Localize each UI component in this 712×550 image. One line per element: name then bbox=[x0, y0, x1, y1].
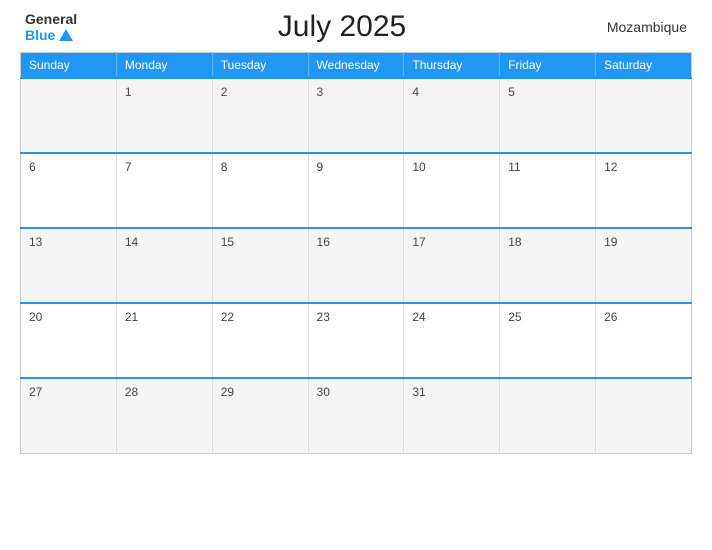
logo-general-text: General bbox=[25, 11, 77, 27]
day-number: 8 bbox=[221, 160, 228, 174]
calendar-day-cell: 6 bbox=[21, 153, 117, 228]
calendar-day-cell: 26 bbox=[596, 303, 692, 378]
calendar-week-row: 13 14 15 16 17 18 19 bbox=[21, 228, 692, 303]
day-number: 12 bbox=[604, 160, 617, 174]
day-number: 14 bbox=[125, 235, 138, 249]
calendar-week-row: 27 28 29 30 31 bbox=[21, 378, 692, 453]
day-number: 4 bbox=[412, 85, 419, 99]
day-of-week-header: Thursday bbox=[404, 53, 500, 79]
calendar-day-cell: 18 bbox=[500, 228, 596, 303]
day-number: 10 bbox=[412, 160, 425, 174]
calendar-day-cell: 17 bbox=[404, 228, 500, 303]
calendar-day-cell: 30 bbox=[308, 378, 404, 453]
calendar-header: General Blue July 2025 Mozambique bbox=[20, 10, 692, 44]
day-number: 5 bbox=[508, 85, 515, 99]
day-of-week-header: Sunday bbox=[21, 53, 117, 79]
day-number: 28 bbox=[125, 385, 138, 399]
day-number: 29 bbox=[221, 385, 234, 399]
day-number: 24 bbox=[412, 310, 425, 324]
day-number: 11 bbox=[508, 160, 520, 174]
calendar-day-cell: 16 bbox=[308, 228, 404, 303]
day-number: 23 bbox=[317, 310, 330, 324]
calendar-day-cell: 29 bbox=[212, 378, 308, 453]
calendar-header-row: SundayMondayTuesdayWednesdayThursdayFrid… bbox=[21, 53, 692, 79]
day-number: 30 bbox=[317, 385, 330, 399]
day-number: 20 bbox=[29, 310, 42, 324]
calendar-day-cell: 14 bbox=[116, 228, 212, 303]
day-number: 19 bbox=[604, 235, 617, 249]
day-number: 6 bbox=[29, 160, 36, 174]
calendar-day-cell: 3 bbox=[308, 78, 404, 153]
calendar-day-cell: 5 bbox=[500, 78, 596, 153]
calendar-day-cell: 15 bbox=[212, 228, 308, 303]
calendar-week-row: 1 2 3 4 5 bbox=[21, 78, 692, 153]
calendar-day-cell: 25 bbox=[500, 303, 596, 378]
day-of-week-header: Saturday bbox=[596, 53, 692, 79]
calendar-day-cell bbox=[596, 378, 692, 453]
calendar-day-cell: 24 bbox=[404, 303, 500, 378]
calendar-day-cell: 23 bbox=[308, 303, 404, 378]
day-number: 25 bbox=[508, 310, 521, 324]
logo-triangle-icon bbox=[59, 29, 73, 41]
day-number: 18 bbox=[508, 235, 521, 249]
day-number: 7 bbox=[125, 160, 132, 174]
calendar-day-cell bbox=[596, 78, 692, 153]
calendar-title: July 2025 bbox=[278, 10, 406, 44]
calendar-day-cell: 7 bbox=[116, 153, 212, 228]
day-number: 16 bbox=[317, 235, 330, 249]
country-label: Mozambique bbox=[607, 19, 687, 35]
day-number: 9 bbox=[317, 160, 324, 174]
day-number: 1 bbox=[125, 85, 132, 99]
calendar-day-cell bbox=[500, 378, 596, 453]
day-number: 17 bbox=[412, 235, 425, 249]
calendar-day-cell: 10 bbox=[404, 153, 500, 228]
calendar-day-cell: 9 bbox=[308, 153, 404, 228]
day-of-week-header: Wednesday bbox=[308, 53, 404, 79]
calendar-day-cell: 31 bbox=[404, 378, 500, 453]
day-number: 22 bbox=[221, 310, 234, 324]
day-of-week-header: Monday bbox=[116, 53, 212, 79]
day-number: 2 bbox=[221, 85, 228, 99]
calendar-day-cell: 19 bbox=[596, 228, 692, 303]
day-of-week-header: Friday bbox=[500, 53, 596, 79]
calendar-day-cell: 27 bbox=[21, 378, 117, 453]
calendar-day-cell: 13 bbox=[21, 228, 117, 303]
calendar-day-cell: 20 bbox=[21, 303, 117, 378]
calendar-day-cell: 1 bbox=[116, 78, 212, 153]
day-number: 13 bbox=[29, 235, 42, 249]
logo-blue-text: Blue bbox=[25, 27, 73, 43]
calendar-day-cell: 2 bbox=[212, 78, 308, 153]
calendar-day-cell: 21 bbox=[116, 303, 212, 378]
day-number: 21 bbox=[125, 310, 138, 324]
calendar-day-cell: 8 bbox=[212, 153, 308, 228]
calendar-table: SundayMondayTuesdayWednesdayThursdayFrid… bbox=[20, 52, 692, 454]
calendar-day-cell: 11 bbox=[500, 153, 596, 228]
logo: General Blue bbox=[25, 11, 77, 43]
calendar-day-cell: 4 bbox=[404, 78, 500, 153]
day-number: 26 bbox=[604, 310, 617, 324]
day-number: 31 bbox=[412, 385, 425, 399]
day-number: 3 bbox=[317, 85, 324, 99]
calendar-week-row: 20 21 22 23 24 25 26 bbox=[21, 303, 692, 378]
calendar-day-cell bbox=[21, 78, 117, 153]
calendar-day-cell: 28 bbox=[116, 378, 212, 453]
calendar-day-cell: 12 bbox=[596, 153, 692, 228]
day-number: 15 bbox=[221, 235, 234, 249]
day-of-week-header: Tuesday bbox=[212, 53, 308, 79]
calendar-week-row: 6 7 8 9 10 11 12 bbox=[21, 153, 692, 228]
calendar-day-cell: 22 bbox=[212, 303, 308, 378]
day-number: 27 bbox=[29, 385, 42, 399]
